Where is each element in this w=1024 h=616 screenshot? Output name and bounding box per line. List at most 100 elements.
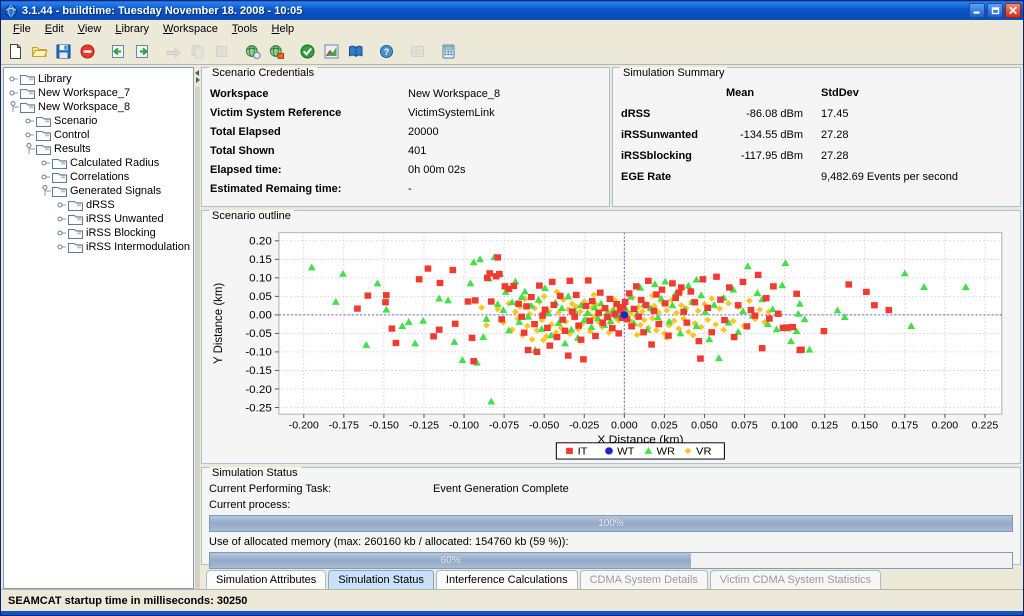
svg-text:0.10: 0.10 <box>249 273 272 285</box>
svg-text:0.225: 0.225 <box>972 421 999 432</box>
export-icon[interactable] <box>131 40 154 63</box>
credential-label: Victim System Reference <box>210 106 342 119</box>
credential-row: Elapsed time: 0h 00m 02s <box>210 160 601 179</box>
tree-node[interactable]: Results <box>7 142 193 156</box>
tree-expander-collapsed-icon[interactable] <box>57 212 68 226</box>
svg-text:0.100: 0.100 <box>771 421 798 432</box>
open-folder-icon[interactable] <box>28 40 51 63</box>
tree-expander-collapsed-icon[interactable] <box>25 128 36 142</box>
credential-value: 401 <box>408 144 427 157</box>
tree-node[interactable]: Library <box>7 72 193 86</box>
tree-node-label: Library <box>38 73 72 85</box>
svg-text:0.000: 0.000 <box>611 421 638 432</box>
tree-expander-collapsed-icon[interactable] <box>9 86 20 100</box>
status-bar-text: SEAMCAT startup time in milliseconds: 30… <box>8 594 248 607</box>
tree-expander-collapsed-icon[interactable] <box>41 156 52 170</box>
tree-node[interactable]: Generated Signals <box>7 184 193 198</box>
tree-node[interactable]: Calculated Radius <box>7 156 193 170</box>
tab-simulation-attributes[interactable]: Simulation Attributes <box>206 570 327 589</box>
menu-view-label: V <box>77 23 85 35</box>
splitter-arrows[interactable] <box>195 70 200 83</box>
menu-file[interactable]: File <box>6 22 38 36</box>
scatter-chart[interactable]: 0.20 0.15 0.10 0.05 0.00 -0.05 -0.10 -0.15 -0.20… <box>206 225 1016 460</box>
tree-expander-expanded-icon[interactable] <box>25 142 36 156</box>
ege-rate-value: 9,482.69 Events per second <box>821 170 958 183</box>
tree-node-label: iRSS Unwanted <box>86 213 164 225</box>
tree-node[interactable]: dRSS <box>7 198 193 212</box>
tree-node[interactable]: iRSS Blocking <box>7 226 193 240</box>
current-task-row: Current Performing Task: Event Generatio… <box>209 481 1013 497</box>
svg-text:?: ? <box>384 47 390 57</box>
memory-label: Use of allocated memory (max: 260160 kb … <box>209 536 569 548</box>
scenario-credentials-rows: Workspace New Workspace_8 Victim System Re… <box>202 68 609 202</box>
workspace-tree[interactable]: Library New Workspace_7 New Workspace_8 Sce… <box>4 68 193 254</box>
menu-tools[interactable]: Tools <box>225 22 265 36</box>
menu-library[interactable]: Library <box>108 22 156 36</box>
menu-bar: File Edit View Library Workspace Tools H… <box>1 20 1023 38</box>
import-icon[interactable] <box>107 40 130 63</box>
legend-label-WT: WT <box>617 446 635 458</box>
tree-node[interactable]: New Workspace_8 <box>7 100 193 114</box>
ege-rate-label: EGE Rate <box>621 170 672 183</box>
tree-node-label: Calculated Radius <box>70 157 160 169</box>
validate-check-icon[interactable] <box>296 40 319 63</box>
credential-row: Total Shown 401 <box>210 141 601 160</box>
close-button[interactable] <box>1005 3 1021 18</box>
tree-expander-expanded-icon[interactable] <box>9 100 20 114</box>
tab-interference-calculations[interactable]: Interference Calculations <box>435 570 578 589</box>
summary-row-stddev: 27.28 <box>821 149 849 162</box>
credential-label: Total Shown <box>210 144 275 157</box>
summary-row-name: dRSS <box>621 107 651 120</box>
tree-node[interactable]: Control <box>7 128 193 142</box>
menu-edit[interactable]: Edit <box>38 22 71 36</box>
tree-node[interactable]: New Workspace_7 <box>7 86 193 100</box>
tree-expander-collapsed-icon[interactable] <box>9 72 20 86</box>
memory-progress-text-wrap: 60% <box>210 553 691 568</box>
tree-expander-expanded-icon[interactable] <box>41 184 52 198</box>
new-document-icon[interactable] <box>4 40 27 63</box>
scatter-chart-svg[interactable]: 0.20 0.15 0.10 0.05 0.00 -0.05 -0.10 -0.15 -0.20… <box>206 225 1016 460</box>
x-axis: -0.200 -0.175 -0.150 -0.125 -0.100 -0.075 -0.0… <box>289 414 999 446</box>
bottom-tab-bar[interactable]: Simulation Attributes Simulation Status In… <box>201 567 1021 589</box>
folder-icon <box>20 101 35 113</box>
delete-icon[interactable] <box>76 40 99 63</box>
calculator-icon[interactable] <box>437 40 460 63</box>
chart-icon[interactable] <box>320 40 343 63</box>
folder-icon <box>68 199 83 211</box>
toolbar-separator-6 <box>399 40 406 63</box>
menu-view[interactable]: View <box>71 22 109 36</box>
menu-help[interactable]: Help <box>265 22 302 36</box>
svg-text:0.00: 0.00 <box>249 310 272 322</box>
y-axis: 0.20 0.15 0.10 0.05 0.00 -0.05 -0.10 -0.15 -0.20… <box>211 236 279 414</box>
tab-simulation-status[interactable]: Simulation Status <box>328 570 434 589</box>
tree-node-label: New Workspace_8 <box>38 101 131 113</box>
tree-expander-collapsed-icon[interactable] <box>57 240 68 254</box>
save-icon[interactable] <box>52 40 75 63</box>
workspace-tree-panel[interactable]: Library New Workspace_7 New Workspace_8 Sce… <box>3 67 194 589</box>
tree-node[interactable]: Scenario <box>7 114 193 128</box>
minimize-button[interactable] <box>969 3 985 18</box>
tab-cdma-system-details: CDMA System Details <box>579 570 708 589</box>
window-controls <box>969 3 1021 18</box>
tree-node[interactable]: iRSS Unwanted <box>7 212 193 226</box>
maximize-button[interactable] <box>987 3 1003 18</box>
help-icon[interactable]: ? <box>375 40 398 63</box>
globe-lock-icon[interactable] <box>265 40 288 63</box>
summary-header-mean: Mean <box>726 86 755 99</box>
credential-row: Estimated Remaing time: - <box>210 179 601 198</box>
book-icon[interactable] <box>344 40 367 63</box>
menu-workspace[interactable]: Workspace <box>156 22 225 36</box>
tree-expander-collapsed-icon[interactable] <box>57 198 68 212</box>
tree-node-label: Generated Signals <box>70 185 162 197</box>
tree-node[interactable]: Correlations <box>7 170 193 184</box>
title-bar: 3.1.44 - buildtime: Tuesday November 18.… <box>1 1 1023 20</box>
tree-expander-collapsed-icon[interactable] <box>41 170 52 184</box>
current-task-label: Current Performing Task: <box>209 483 332 495</box>
pane-splitter[interactable] <box>194 67 201 589</box>
svg-text:-0.15: -0.15 <box>245 366 271 378</box>
globe-check-icon[interactable] <box>241 40 264 63</box>
tree-expander-collapsed-icon[interactable] <box>25 114 36 128</box>
window-title: 3.1.44 - buildtime: Tuesday November 18.… <box>22 4 303 17</box>
tree-expander-collapsed-icon[interactable] <box>57 226 68 240</box>
tree-node[interactable]: iRSS Intermodulation <box>7 240 193 254</box>
